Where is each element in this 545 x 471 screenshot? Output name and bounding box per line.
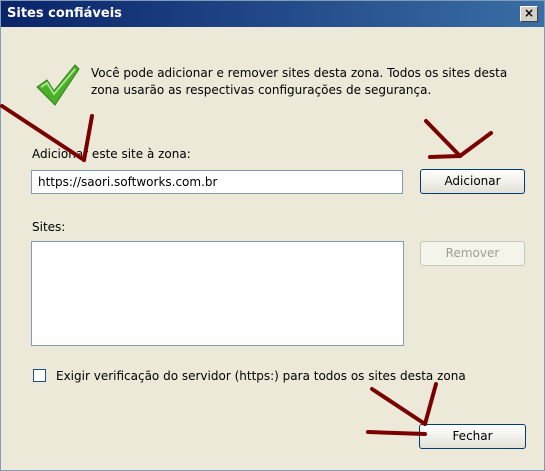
trusted-sites-dialog: Sites confiáveis × Você pode adicionar e… <box>0 0 545 471</box>
require-https-label: Exigir verificação do servidor (https:) … <box>56 369 466 383</box>
dialog-title: Sites confiáveis <box>7 6 122 21</box>
checkmark-icon <box>36 64 80 106</box>
remove-button[interactable]: Remover <box>420 241 525 266</box>
sites-label: Sites: <box>32 220 66 234</box>
add-site-label: Adicionar este site à zona: <box>32 147 191 161</box>
sites-list[interactable] <box>31 241 404 346</box>
site-url-input[interactable]: https://saori.softworks.com.br <box>31 170 403 194</box>
add-button[interactable]: Adicionar <box>420 169 525 194</box>
title-bar[interactable]: Sites confiáveis × <box>1 1 544 27</box>
close-icon[interactable]: × <box>520 6 538 22</box>
intro-text: Você pode adicionar e remover sites dest… <box>91 66 508 97</box>
require-https-checkbox[interactable] <box>33 369 46 382</box>
close-button[interactable]: Fechar <box>419 424 526 449</box>
